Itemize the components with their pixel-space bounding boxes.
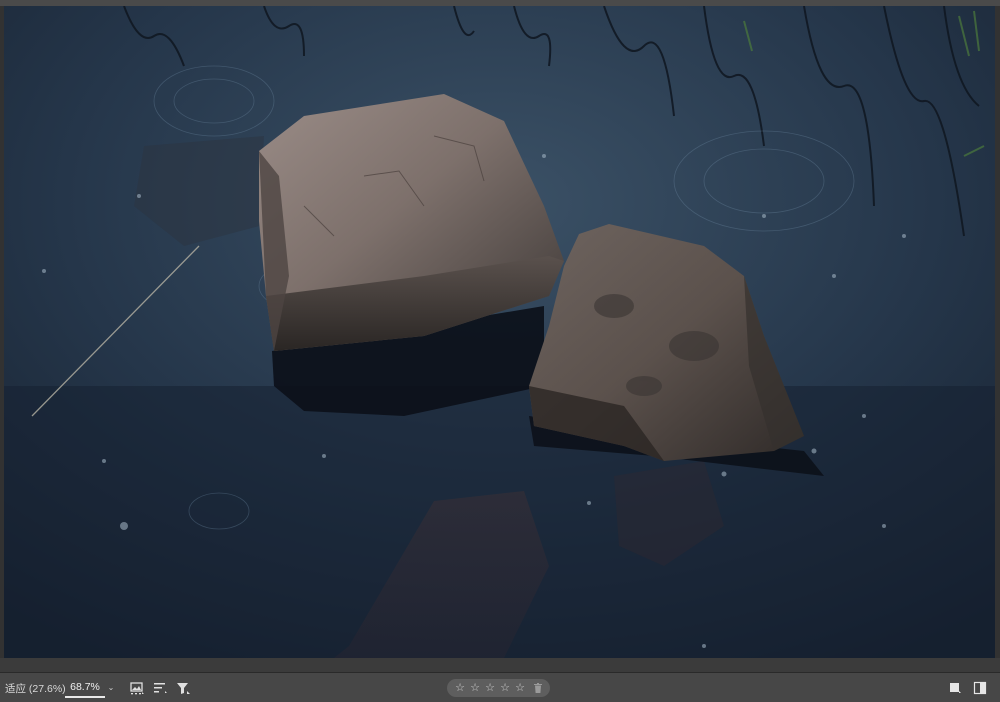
rating-star-3[interactable]: ☆ [483,680,497,696]
zoom-value-field[interactable]: 68.7% [65,677,105,698]
rating-control: ☆ ☆ ☆ ☆ ☆ [447,679,550,697]
filter-icon[interactable] [175,680,191,696]
trash-icon[interactable] [532,682,544,694]
rating-star-2[interactable]: ☆ [468,680,482,696]
single-view-icon[interactable] [948,681,962,695]
rating-star-5[interactable]: ☆ [513,680,527,696]
bottom-toolbar: 适应 (27.6%) 68.7% ⌄ ☆ ☆ ☆ ☆ ☆ [0,672,1000,702]
photo-viewer-window: 适应 (27.6%) 68.7% ⌄ ☆ ☆ ☆ ☆ ☆ [0,0,1000,702]
sort-icon[interactable] [152,680,168,696]
rating-star-4[interactable]: ☆ [498,680,512,696]
zoom-dropdown-caret[interactable]: ⌄ [106,677,116,698]
photo-canvas[interactable] [4,6,995,658]
rating-star-1[interactable]: ☆ [453,680,467,696]
image-display-icon[interactable] [129,680,145,696]
fit-zoom-label[interactable]: 适应 (27.6%) [5,681,66,696]
photo-image [4,6,995,658]
canvas-bottom-gap [0,658,1000,672]
split-view-icon[interactable] [973,681,987,695]
